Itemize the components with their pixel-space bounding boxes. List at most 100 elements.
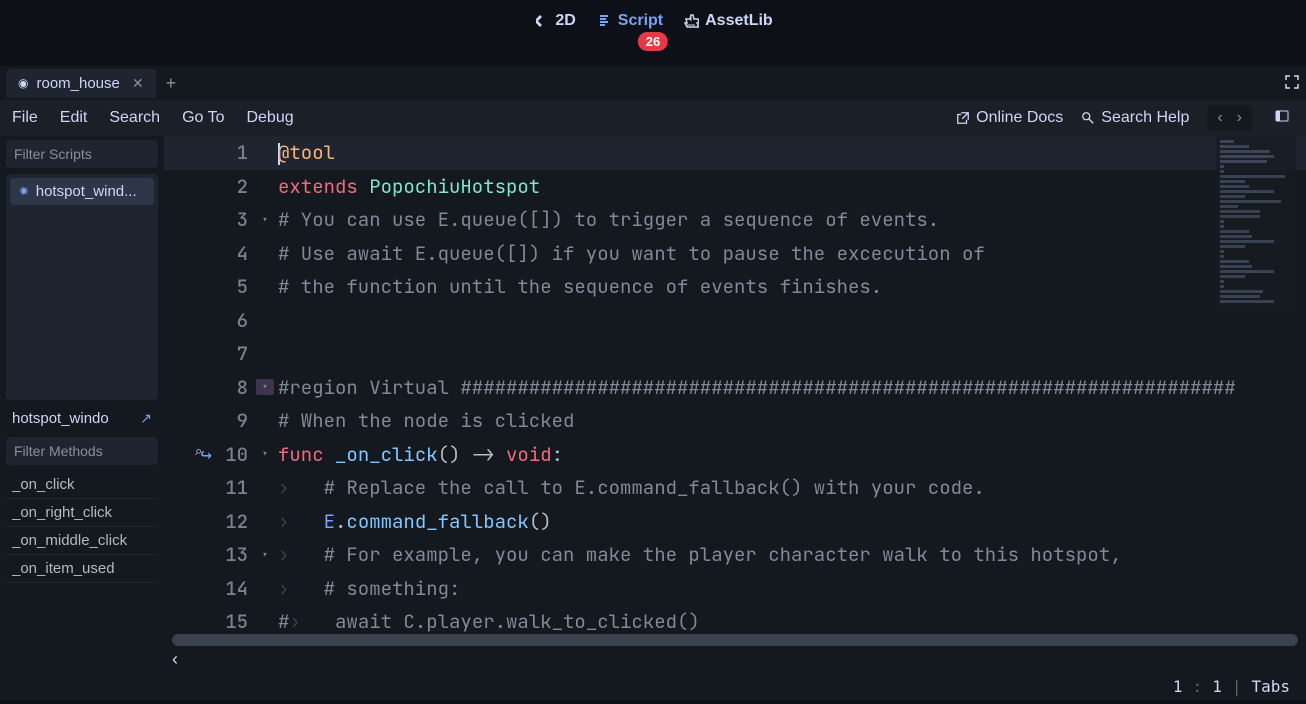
code-content[interactable]: › E.command_fallback() <box>274 509 552 534</box>
code-content[interactable]: › # something: <box>274 576 460 601</box>
cursor-line: 1 <box>1173 677 1183 696</box>
separator: | <box>1232 677 1242 696</box>
code-line[interactable]: 11 › # Replace the call to E.command_fall… <box>164 471 1306 505</box>
code-content[interactable]: # When the node is clicked <box>274 408 574 433</box>
scene-tab-label: room_house <box>36 75 119 92</box>
menu-search[interactable]: Search <box>109 109 160 127</box>
toggle-panel-icon[interactable] <box>1270 104 1294 133</box>
script-list-item[interactable]: ✷ hotspot_wind... <box>10 178 154 205</box>
script-item-label: hotspot_wind... <box>36 183 137 200</box>
scene-tabs: ◉ room_house ✕ + <box>0 66 1306 100</box>
code-content[interactable]: #› await C.player.walk_to_clicked() <box>274 609 700 634</box>
code-line[interactable]: 5 # the function until the sequence of ev… <box>164 270 1306 304</box>
line-number: 8 <box>196 375 256 400</box>
script-menu-bar: File Edit Search Go To Debug Online Docs… <box>0 100 1306 136</box>
horizontal-scrollbar[interactable] <box>172 634 1298 646</box>
line-number: 1 <box>196 140 256 165</box>
line-number: 3 <box>196 207 256 232</box>
error-count-badge[interactable]: 26 <box>638 32 668 51</box>
nav-history: ‹ › <box>1207 105 1252 131</box>
line-number: 2 <box>196 174 256 199</box>
code-line[interactable]: 13 › # For example, you can make the play… <box>164 538 1306 572</box>
distraction-free-icon[interactable] <box>1284 74 1300 93</box>
fold-icon[interactable] <box>256 446 274 462</box>
separator: : <box>1193 677 1203 696</box>
line-number: 12 <box>196 509 256 534</box>
menu-file[interactable]: File <box>12 109 38 127</box>
code-line[interactable]: 7 <box>164 337 1306 371</box>
line-number: 7 <box>196 341 256 366</box>
code-line[interactable]: 12 › E.command_fallback() <box>164 505 1306 539</box>
minimap[interactable] <box>1216 136 1296 306</box>
code-line[interactable]: 1 @tool <box>164 136 1306 170</box>
code-content[interactable]: › # Replace the call to E.command_fallba… <box>274 475 985 500</box>
filter-scripts-box[interactable]: ⌕ <box>6 140 158 168</box>
override-icon[interactable]: ↪ <box>201 442 212 467</box>
online-docs-label: Online Docs <box>976 109 1063 127</box>
code-line[interactable]: 4 # Use await E.queue([]) if you want to … <box>164 237 1306 271</box>
workspace-label: Script <box>618 12 663 30</box>
current-script-label: hotspot_windo <box>12 410 109 427</box>
line-number: 14 <box>196 576 256 601</box>
online-docs-button[interactable]: Online Docs <box>956 109 1063 127</box>
method-item[interactable]: _on_item_used <box>6 555 158 583</box>
script-list: ✷ hotspot_wind... <box>6 174 158 400</box>
current-script-row: hotspot_windo ↗ <box>6 406 158 431</box>
line-number: 13 <box>196 542 256 567</box>
open-script-icon[interactable]: ↗ <box>140 410 152 427</box>
code-content[interactable]: › # For example, you can make the player… <box>274 542 1122 567</box>
add-tab-button[interactable]: + <box>166 73 177 94</box>
code-content[interactable]: #region Virtual ########################… <box>274 375 1236 400</box>
search-help-button[interactable]: Search Help <box>1081 109 1189 127</box>
code-line[interactable]: 8 #region Virtual #######################… <box>164 371 1306 405</box>
line-number: 10 <box>216 442 256 467</box>
code-editor[interactable]: 1 @tool 2 extends PopochiuHotspot 3 # You can… <box>164 136 1306 700</box>
fold-icon[interactable] <box>256 379 274 395</box>
method-item[interactable]: _on_right_click <box>6 499 158 527</box>
gear-icon: ✷ <box>18 183 30 200</box>
cursor-col: 1 <box>1212 677 1222 696</box>
code-line[interactable]: 2 extends PopochiuHotspot <box>164 170 1306 204</box>
line-number: 5 <box>196 274 256 299</box>
fold-icon[interactable] <box>256 212 274 228</box>
code-content[interactable]: # You can use E.queue([]) to trigger a s… <box>274 207 939 232</box>
workspace-label: AssetLib <box>705 12 773 30</box>
method-item[interactable]: _on_middle_click <box>6 527 158 555</box>
workspace-script[interactable]: Script <box>596 12 663 30</box>
line-number: 6 <box>196 308 256 333</box>
method-item[interactable]: _on_click <box>6 471 158 499</box>
status-bar: 1 : 1 | Tabs <box>164 672 1306 700</box>
close-icon[interactable]: ✕ <box>132 75 144 92</box>
menu-edit[interactable]: Edit <box>60 109 88 127</box>
nav-forward-icon[interactable]: › <box>1231 107 1248 129</box>
workspace-label: 2D <box>555 12 575 30</box>
filter-methods-box[interactable]: ⌕ <box>6 437 158 465</box>
code-content[interactable]: func _on_click() -> void: <box>274 442 563 467</box>
scene-icon: ◉ <box>18 76 28 90</box>
line-number: 11 <box>196 475 256 500</box>
code-line[interactable]: ↪10 func _on_click() -> void: <box>164 438 1306 472</box>
code-line[interactable]: 15 #› await C.player.walk_to_clicked() <box>164 605 1306 634</box>
scene-tab[interactable]: ◉ room_house ✕ <box>6 69 156 98</box>
method-list: _on_click _on_right_click _on_middle_cli… <box>6 471 158 697</box>
indent-mode[interactable]: Tabs <box>1251 677 1290 696</box>
workspace-2d[interactable]: 2D <box>533 12 575 30</box>
menu-goto[interactable]: Go To <box>182 109 224 127</box>
code-content[interactable]: extends PopochiuHotspot <box>274 174 540 199</box>
code-line[interactable]: 9 # When the node is clicked <box>164 404 1306 438</box>
search-help-label: Search Help <box>1101 109 1189 127</box>
code-content[interactable]: @tool <box>274 140 335 165</box>
line-number: 9 <box>196 408 256 433</box>
code-line[interactable]: 3 # You can use E.queue([]) to trigger a … <box>164 203 1306 237</box>
fold-icon[interactable] <box>256 547 274 563</box>
code-line[interactable]: 14 › # something: <box>164 572 1306 606</box>
code-content[interactable]: # the function until the sequence of eve… <box>274 274 882 299</box>
workspace-assetlib[interactable]: AssetLib <box>683 12 773 30</box>
nav-back-icon[interactable]: ‹ <box>1211 107 1228 129</box>
line-number: 15 <box>196 609 256 634</box>
code-content[interactable]: # Use await E.queue([]) if you want to p… <box>274 241 985 266</box>
code-line[interactable]: 6 <box>164 304 1306 338</box>
collapse-panel-icon[interactable]: ‹ <box>172 649 178 670</box>
line-number: 4 <box>196 241 256 266</box>
menu-debug[interactable]: Debug <box>246 109 293 127</box>
